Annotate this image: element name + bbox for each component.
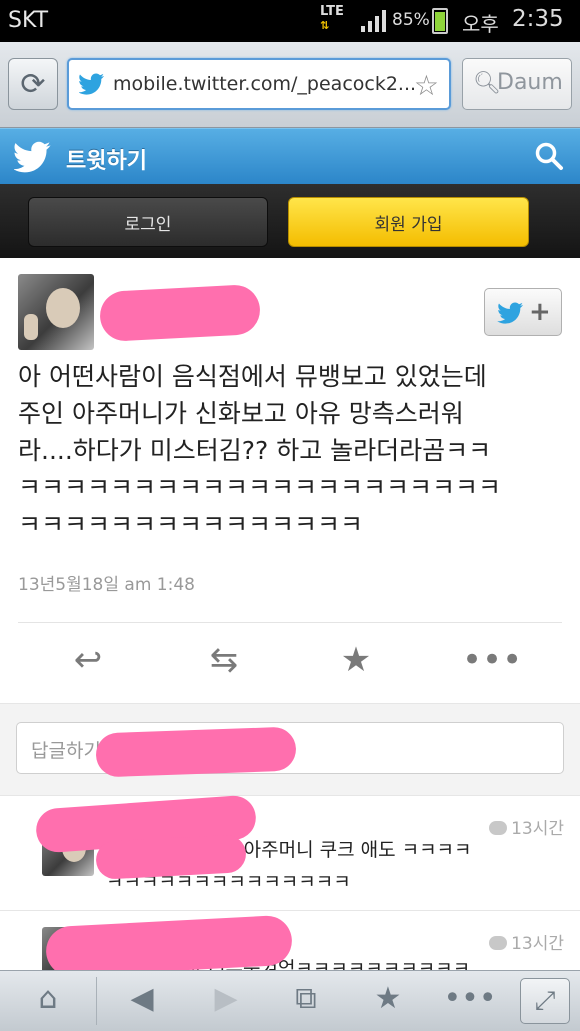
divider bbox=[96, 977, 97, 1025]
address-bar[interactable]: mobile.twitter.com/_peacock2... ☆ bbox=[67, 58, 451, 110]
battery-icon bbox=[432, 8, 448, 34]
tabs-icon[interactable]: ⧉ bbox=[276, 981, 336, 1016]
tweet-text: 아 어떤사람이 음식점에서 뮤뱅보고 있었는데 주인 아주머니가 신화보고 아유… bbox=[18, 362, 502, 539]
reply-bubble-icon bbox=[489, 821, 508, 835]
divider bbox=[18, 622, 562, 623]
search-engine-box[interactable]: 🔍︎ Daum bbox=[462, 58, 572, 110]
retweet-icon[interactable]: ⇆ bbox=[194, 640, 254, 680]
favorite-icon[interactable]: ★ bbox=[326, 640, 386, 680]
network-indicator: LTE ⇅ bbox=[320, 4, 344, 33]
avatar[interactable] bbox=[18, 274, 94, 350]
status-bar: SKT LTE ⇅ 85% 오후 2:35 bbox=[0, 0, 580, 42]
redacted-mention bbox=[95, 726, 297, 778]
redacted-username bbox=[98, 283, 262, 343]
follow-plus: + bbox=[529, 297, 551, 327]
reply-item[interactable]: 13시간 어휴 아주머니 쿠크 애도 ㅋㅋㅋㅋ ㅋㅋㅋㅋㅋㅋㅋㅋㅋㅋㅋㅋㅋㅋ bbox=[0, 794, 580, 910]
twitter-bird-icon bbox=[497, 302, 523, 324]
reply-time-label: 13시간 bbox=[511, 934, 564, 954]
search-icon[interactable] bbox=[534, 141, 564, 171]
refresh-icon: ⟳ bbox=[20, 66, 46, 102]
signup-button[interactable]: 회원 가입 bbox=[288, 197, 529, 247]
twitter-bird-icon[interactable] bbox=[14, 141, 52, 173]
url-text: mobile.twitter.com/_peacock2... bbox=[113, 73, 417, 95]
bookmarks-icon[interactable]: ★ bbox=[358, 981, 418, 1016]
redacted-username bbox=[95, 834, 247, 880]
forward-icon[interactable]: ▶ bbox=[196, 981, 256, 1016]
search-engine-label: Daum bbox=[497, 70, 563, 95]
follow-button[interactable]: + bbox=[484, 288, 562, 336]
reply-bubble-icon bbox=[489, 936, 508, 950]
reply-icon[interactable]: ↩ bbox=[58, 640, 118, 680]
menu-icon[interactable]: ••• bbox=[440, 981, 500, 1016]
auth-bar: 로그인 회원 가입 bbox=[0, 184, 580, 258]
ampm-label: 오후 bbox=[462, 12, 499, 36]
network-label: LTE bbox=[320, 4, 344, 19]
more-icon[interactable]: ••• bbox=[462, 640, 522, 680]
tweet-detail: + 아 어떤사람이 음식점에서 뮤뱅보고 있었는데 주인 아주머니가 신화보고 … bbox=[0, 258, 580, 703]
clock: 2:35 bbox=[512, 6, 564, 32]
browser-toolbar: ⟳ mobile.twitter.com/_peacock2... ☆ 🔍︎ D… bbox=[0, 42, 580, 128]
refresh-button[interactable]: ⟳ bbox=[8, 58, 58, 110]
twitter-bird-icon bbox=[79, 73, 104, 95]
login-button[interactable]: 로그인 bbox=[28, 197, 268, 247]
browser-bottom-bar: ⌂ ◀ ▶ ⧉ ★ ••• ⤢ bbox=[0, 970, 580, 1031]
twitter-header: 트윗하기 bbox=[0, 128, 580, 184]
tweet-timestamp: 13년5월18일 am 1:48 bbox=[18, 575, 195, 595]
carrier-label: SKT bbox=[8, 8, 49, 33]
reply-time: 13시간 bbox=[489, 929, 564, 954]
home-icon[interactable]: ⌂ bbox=[18, 981, 78, 1016]
compose-tweet-link[interactable]: 트윗하기 bbox=[66, 143, 147, 175]
back-icon[interactable]: ◀ bbox=[112, 981, 172, 1016]
fullscreen-icon[interactable]: ⤢ bbox=[520, 978, 570, 1024]
battery-percent: 85% bbox=[392, 10, 430, 30]
reply-section: 답글하기 bbox=[0, 703, 580, 795]
bookmark-star-icon[interactable]: ☆ bbox=[414, 69, 439, 102]
signal-icon bbox=[361, 10, 386, 32]
reply-placeholder: 답글하기 bbox=[31, 740, 101, 762]
